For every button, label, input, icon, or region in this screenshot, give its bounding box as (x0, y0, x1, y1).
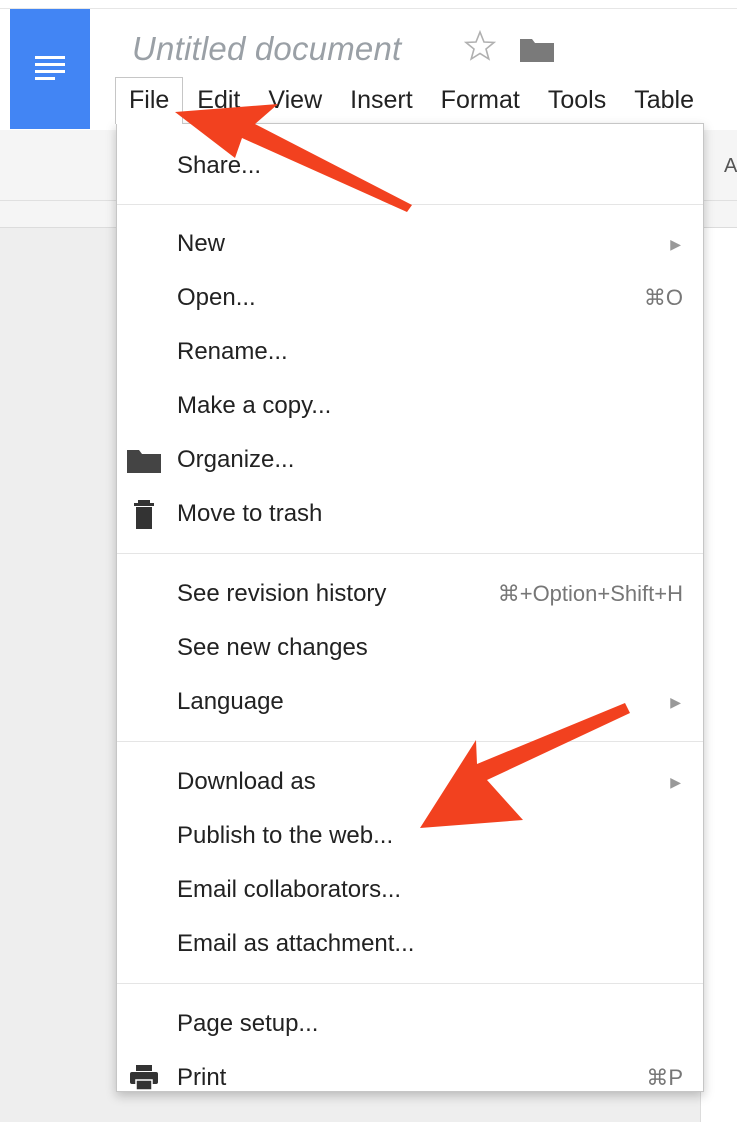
menu-item-email-collaborators[interactable]: Email collaborators... (117, 863, 703, 917)
menu-item-label: Move to trash (177, 500, 323, 527)
menu-item-label: Make a copy... (177, 392, 332, 419)
menu-item-label: Page setup... (177, 1010, 319, 1037)
menu-item-move-to-trash[interactable]: Move to trash (117, 487, 703, 541)
menu-item-label: Email collaborators... (177, 876, 402, 903)
menu-item-label: Open... (177, 284, 256, 311)
file-menu-dropdown: Share... New ▶ Open... ⌘O Rename... Make… (116, 123, 704, 1092)
menu-item-label: See new changes (177, 634, 368, 661)
menu-item-see-new-changes[interactable]: See new changes (117, 621, 703, 675)
menu-format[interactable]: Format (427, 78, 534, 122)
menu-item-new[interactable]: New ▶ (117, 217, 703, 271)
submenu-arrow-icon: ▶ (670, 235, 681, 252)
docs-home-button[interactable] (10, 9, 90, 129)
menu-divider (117, 553, 703, 554)
menu-table[interactable]: Table (620, 78, 708, 122)
menu-item-label: New (177, 230, 226, 257)
menu-item-organize[interactable]: Organize... (117, 433, 703, 487)
menu-item-shortcut: ⌘+Option+Shift+H (497, 581, 683, 606)
document-page[interactable] (700, 228, 737, 1122)
submenu-arrow-icon: ▶ (670, 773, 681, 790)
star-icon[interactable] (464, 30, 496, 62)
menu-item-label: Language (177, 688, 284, 715)
menu-file[interactable]: File (115, 76, 184, 124)
submenu-arrow-icon: ▶ (670, 693, 681, 710)
menu-divider (117, 204, 703, 205)
menu-item-language[interactable]: Language ▶ (117, 675, 703, 729)
menu-item-label: Organize... (177, 446, 295, 473)
menu-item-email-as-attachment[interactable]: Email as attachment... (117, 917, 703, 971)
menu-item-make-a-copy[interactable]: Make a copy... (117, 379, 703, 433)
menu-item-print[interactable]: Print ⌘P (117, 1051, 703, 1105)
document-title[interactable]: Untitled document (132, 30, 401, 68)
menubar: File Edit View Insert Format Tools Table (115, 76, 708, 124)
menu-divider (117, 741, 703, 742)
menu-divider (117, 983, 703, 984)
menu-item-open[interactable]: Open... ⌘O (117, 271, 703, 325)
menu-item-label: Email as attachment... (177, 930, 415, 957)
folder-icon (127, 450, 161, 473)
print-icon (130, 1065, 158, 1091)
docs-lines-icon (35, 56, 65, 80)
menu-item-shortcut: ⌘P (646, 1065, 683, 1090)
menu-view[interactable]: View (254, 78, 336, 122)
menu-item-label: Share... (177, 152, 262, 179)
trash-icon (134, 500, 154, 529)
menu-edit[interactable]: Edit (183, 78, 254, 122)
menu-item-label: Print (177, 1064, 227, 1091)
menu-tools[interactable]: Tools (534, 78, 620, 122)
toolbar-partial-label: A (724, 155, 737, 177)
menu-item-label: Download as (177, 768, 316, 795)
menu-item-page-setup[interactable]: Page setup... (117, 997, 703, 1051)
menu-item-label: Rename... (177, 338, 288, 365)
folder-icon[interactable] (520, 36, 554, 62)
menu-item-label: See revision history (177, 580, 387, 607)
menu-item-share[interactable]: Share... (117, 139, 703, 193)
menu-item-see-revision-history[interactable]: See revision history ⌘+Option+Shift+H (117, 567, 703, 621)
window-top-border (0, 0, 737, 9)
menu-item-label: Publish to the web... (177, 822, 394, 849)
menu-item-publish-to-the-web[interactable]: Publish to the web... (117, 809, 703, 863)
menu-item-rename[interactable]: Rename... (117, 325, 703, 379)
menu-item-download-as[interactable]: Download as ▶ (117, 755, 703, 809)
menu-item-shortcut: ⌘O (643, 285, 683, 310)
menu-insert[interactable]: Insert (336, 78, 427, 122)
